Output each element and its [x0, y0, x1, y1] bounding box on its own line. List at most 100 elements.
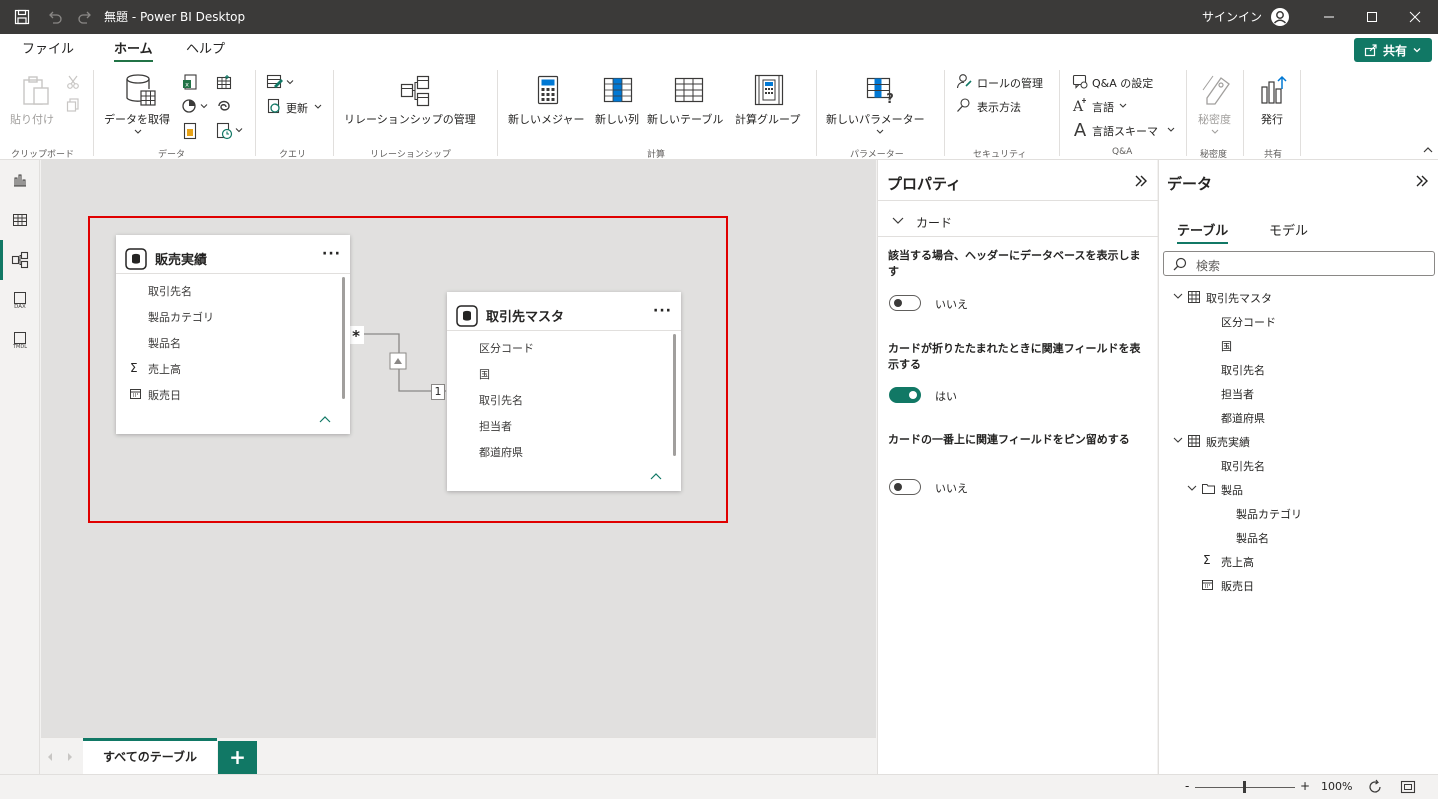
transform-data-icon[interactable]: [216, 122, 244, 140]
language-icon: A: [1072, 97, 1088, 113]
qa-setup-button[interactable]: Q&A の設定: [1092, 75, 1153, 91]
toggle-show-related-fields[interactable]: [889, 387, 921, 403]
publish-button[interactable]: 発行: [1261, 111, 1283, 127]
tree-table-sales[interactable]: 販売実績: [1206, 434, 1250, 450]
divider: [1300, 70, 1301, 156]
collapse-pane-icon[interactable]: [1134, 174, 1148, 188]
chevron-down-icon[interactable]: [314, 104, 322, 110]
recent-sources-icon[interactable]: [216, 98, 232, 114]
tmdl-view-button[interactable]: TMDL: [0, 320, 40, 360]
dataset-icon[interactable]: [216, 74, 232, 90]
tree-field[interactable]: 担当者: [1221, 386, 1254, 402]
sensitivity-button[interactable]: 秘密度: [1198, 111, 1231, 127]
collapse-pane-icon[interactable]: [1415, 174, 1429, 188]
tree-field[interactable]: 販売日: [1221, 578, 1254, 594]
report-view-button[interactable]: [0, 160, 40, 200]
chevron-down-icon[interactable]: [134, 129, 142, 135]
manage-roles-button[interactable]: ロールの管理: [977, 75, 1043, 91]
tab-help[interactable]: ヘルプ: [186, 40, 225, 62]
calc-group-button[interactable]: 計算グループ: [735, 111, 800, 127]
close-button[interactable]: [1392, 0, 1438, 34]
manage-roles-icon: [956, 73, 972, 89]
new-column-button[interactable]: 新しい列: [595, 111, 639, 127]
redo-icon[interactable]: [77, 9, 93, 25]
tree-field[interactable]: 取引先名: [1221, 458, 1265, 474]
chevron-down-icon[interactable]: [1119, 103, 1127, 109]
divider: [93, 70, 94, 156]
add-layout-button[interactable]: +: [218, 741, 257, 775]
search-placeholder: 検索: [1196, 259, 1221, 273]
enter-data-icon[interactable]: [182, 122, 198, 140]
account-icon[interactable]: [1270, 7, 1290, 27]
search-input[interactable]: 検索: [1163, 251, 1435, 276]
collapse-ribbon-icon[interactable]: [1423, 146, 1433, 154]
section-card-header[interactable]: カード: [916, 214, 952, 231]
tab-model[interactable]: モデル: [1269, 220, 1308, 239]
get-data-button[interactable]: データを取得: [104, 111, 170, 127]
tab-home[interactable]: ホーム: [114, 40, 153, 62]
share-button[interactable]: 共有: [1354, 38, 1432, 62]
tree-field[interactable]: 区分コード: [1221, 314, 1276, 330]
maximize-button[interactable]: [1349, 0, 1395, 34]
search-icon: [1173, 257, 1187, 271]
tree-table-customer-master[interactable]: 取引先マスタ: [1206, 290, 1272, 306]
chevron-down-icon[interactable]: [1187, 485, 1197, 492]
tree-folder-product[interactable]: 製品: [1221, 482, 1243, 498]
table-view-button[interactable]: [0, 200, 40, 240]
zoom-slider-thumb[interactable]: [1243, 781, 1246, 793]
save-icon[interactable]: [14, 9, 30, 25]
toggle-show-database[interactable]: [889, 295, 921, 311]
transform-icon[interactable]: [266, 74, 296, 90]
tree-field[interactable]: 売上高: [1221, 554, 1254, 570]
copy-icon[interactable]: [66, 98, 80, 112]
cut-icon[interactable]: [66, 75, 80, 89]
refresh-button[interactable]: 更新: [286, 100, 308, 116]
minimize-button[interactable]: [1306, 0, 1352, 34]
view-as-button[interactable]: 表示方法: [977, 99, 1021, 115]
linguistic-schema-button[interactable]: 言語スキーマ: [1092, 123, 1158, 139]
group-label-relationships: リレーションシップ: [370, 150, 451, 160]
language-button[interactable]: 言語: [1092, 99, 1114, 115]
toggle-pin-related-fields[interactable]: [889, 479, 921, 495]
tree-field[interactable]: 都道府県: [1221, 410, 1265, 426]
new-table-button[interactable]: 新しいテーブル: [647, 111, 723, 127]
chevron-down-icon[interactable]: [876, 129, 884, 135]
table-icon: [1188, 435, 1200, 447]
manage-relationships-button[interactable]: リレーションシップの管理: [344, 111, 476, 127]
tab-all-tables[interactable]: すべてのテーブル: [83, 738, 217, 775]
divider: [1243, 70, 1244, 156]
undo-icon[interactable]: [47, 9, 63, 25]
tree-field[interactable]: 取引先名: [1221, 362, 1265, 378]
svg-text:?: ?: [886, 92, 894, 105]
setting-label: 該当する場合、ヘッダーにデータベースを表示します: [888, 249, 1141, 278]
zoom-out-button[interactable]: -: [1185, 779, 1189, 793]
dax-query-view-button[interactable]: DAX: [0, 280, 40, 320]
zoom-in-button[interactable]: +: [1300, 779, 1310, 793]
database-icon: [125, 74, 157, 108]
excel-icon[interactable]: x: [182, 74, 198, 90]
scroll-left-icon[interactable]: [46, 752, 54, 762]
scroll-right-icon[interactable]: [66, 752, 74, 762]
signin-link[interactable]: サインイン: [1202, 0, 1262, 34]
chevron-down-icon[interactable]: [1173, 437, 1183, 444]
divider: [255, 70, 256, 156]
paste-button[interactable]: 貼り付け: [10, 111, 54, 127]
svg-text:DAX: DAX: [14, 304, 26, 309]
tree-field[interactable]: 国: [1221, 338, 1232, 354]
tab-tables[interactable]: テーブル: [1177, 220, 1229, 244]
new-measure-button[interactable]: 新しいメジャー: [508, 111, 584, 127]
chevron-down-icon[interactable]: [892, 217, 904, 225]
tab-file[interactable]: ファイル: [22, 40, 74, 62]
new-parameter-button[interactable]: 新しいパラメーター: [826, 111, 925, 127]
refresh-icon[interactable]: [266, 98, 282, 114]
chevron-down-icon[interactable]: [1173, 293, 1183, 300]
group-label-data: データ: [158, 150, 186, 160]
tree-field[interactable]: 製品カテゴリ: [1236, 506, 1302, 522]
model-view-button[interactable]: [0, 240, 40, 280]
tree-field[interactable]: 製品名: [1236, 530, 1269, 546]
model-canvas[interactable]: * 1 販売実績 ··· 取引先名 製品カテゴリ 製品名 Σ 売上高 販売日 取…: [41, 160, 876, 737]
fit-to-screen-icon[interactable]: [1400, 780, 1416, 794]
dataverse-icon[interactable]: [182, 98, 208, 114]
chevron-down-icon[interactable]: [1167, 127, 1175, 133]
reset-view-icon[interactable]: [1367, 779, 1383, 795]
